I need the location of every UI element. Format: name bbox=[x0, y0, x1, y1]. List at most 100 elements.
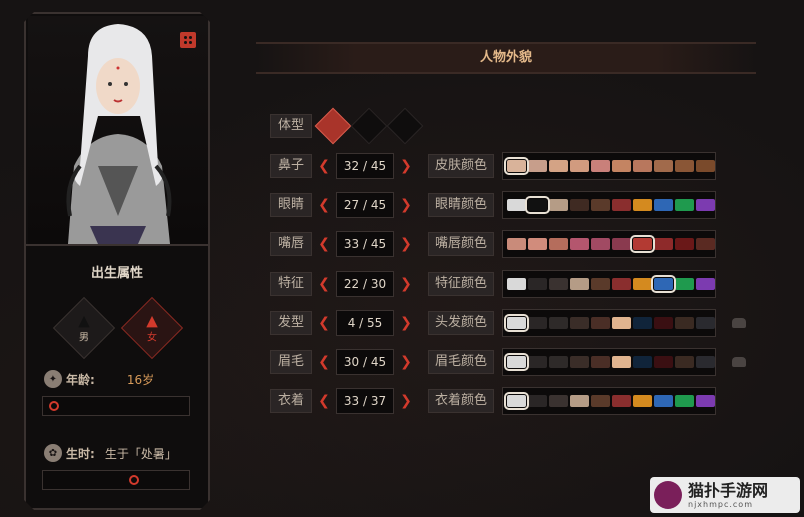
color-swatch[interactable] bbox=[570, 317, 589, 329]
color-swatch[interactable] bbox=[507, 278, 526, 290]
prev-arrow-icon[interactable]: ❮ bbox=[312, 354, 336, 370]
color-swatch[interactable] bbox=[591, 238, 610, 250]
feature-label: 衣着 bbox=[270, 389, 312, 413]
color-swatch[interactable] bbox=[528, 395, 547, 407]
feature-label: 发型 bbox=[270, 311, 312, 335]
gender-male-button[interactable]: ▲ 男 bbox=[53, 297, 115, 359]
color-swatch[interactable] bbox=[507, 238, 526, 250]
color-swatch[interactable] bbox=[696, 395, 715, 407]
color-swatch[interactable] bbox=[570, 395, 589, 407]
color-swatch[interactable] bbox=[675, 278, 694, 290]
color-swatch[interactable] bbox=[633, 278, 652, 290]
watermark-logo-icon bbox=[654, 481, 682, 509]
prev-arrow-icon[interactable]: ❮ bbox=[312, 315, 336, 331]
color-swatch[interactable] bbox=[651, 275, 676, 293]
color-swatch[interactable] bbox=[612, 278, 631, 290]
color-swatch[interactable] bbox=[612, 160, 631, 172]
color-swatch[interactable] bbox=[612, 238, 631, 250]
color-swatch[interactable] bbox=[696, 238, 715, 250]
prev-arrow-icon[interactable]: ❮ bbox=[312, 276, 336, 292]
color-swatch[interactable] bbox=[612, 199, 631, 211]
color-swatch[interactable] bbox=[654, 356, 673, 368]
color-swatch[interactable] bbox=[504, 353, 529, 371]
randomize-dice-icon[interactable] bbox=[180, 32, 196, 48]
lock-icon[interactable] bbox=[732, 357, 746, 367]
color-swatch[interactable] bbox=[591, 356, 610, 368]
color-swatch[interactable] bbox=[528, 356, 547, 368]
next-arrow-icon[interactable]: ❯ bbox=[394, 354, 418, 370]
color-swatch[interactable] bbox=[696, 317, 715, 329]
next-arrow-icon[interactable]: ❯ bbox=[394, 276, 418, 292]
birth-time-slider-knob[interactable] bbox=[129, 475, 139, 485]
color-swatch[interactable] bbox=[696, 278, 715, 290]
next-arrow-icon[interactable]: ❯ bbox=[394, 197, 418, 213]
color-swatch[interactable] bbox=[549, 199, 568, 211]
prev-arrow-icon[interactable]: ❮ bbox=[312, 158, 336, 174]
color-swatch[interactable] bbox=[633, 356, 652, 368]
color-swatch[interactable] bbox=[675, 317, 694, 329]
next-arrow-icon[interactable]: ❯ bbox=[394, 315, 418, 331]
color-swatch[interactable] bbox=[630, 235, 655, 253]
color-swatch[interactable] bbox=[696, 199, 715, 211]
prev-arrow-icon[interactable]: ❮ bbox=[312, 393, 336, 409]
color-swatch[interactable] bbox=[633, 395, 652, 407]
prev-arrow-icon[interactable]: ❮ bbox=[312, 197, 336, 213]
birth-time-slider[interactable] bbox=[42, 470, 190, 490]
color-swatch[interactable] bbox=[696, 356, 715, 368]
age-slider-knob[interactable] bbox=[49, 401, 59, 411]
color-swatch[interactable] bbox=[507, 199, 526, 211]
age-slider[interactable] bbox=[42, 396, 190, 416]
color-swatch[interactable] bbox=[504, 392, 529, 410]
color-swatch[interactable] bbox=[570, 160, 589, 172]
color-swatch[interactable] bbox=[528, 317, 547, 329]
color-swatch[interactable] bbox=[654, 238, 673, 250]
color-swatch[interactable] bbox=[612, 356, 631, 368]
color-swatch[interactable] bbox=[612, 395, 631, 407]
color-swatch[interactable] bbox=[549, 238, 568, 250]
color-swatch[interactable] bbox=[675, 395, 694, 407]
color-swatch[interactable] bbox=[549, 356, 568, 368]
color-swatch[interactable] bbox=[549, 278, 568, 290]
color-swatch[interactable] bbox=[591, 278, 610, 290]
color-swatch[interactable] bbox=[504, 157, 529, 175]
color-swatch[interactable] bbox=[654, 317, 673, 329]
color-swatch[interactable] bbox=[528, 238, 547, 250]
color-swatch[interactable] bbox=[549, 395, 568, 407]
color-swatch[interactable] bbox=[675, 238, 694, 250]
color-swatch[interactable] bbox=[654, 395, 673, 407]
color-swatch[interactable] bbox=[675, 160, 694, 172]
color-swatch[interactable] bbox=[633, 160, 652, 172]
color-swatch[interactable] bbox=[612, 317, 631, 329]
color-swatch[interactable] bbox=[570, 199, 589, 211]
color-swatch[interactable] bbox=[675, 199, 694, 211]
color-swatch[interactable] bbox=[570, 278, 589, 290]
color-swatch[interactable] bbox=[654, 160, 673, 172]
divider bbox=[26, 244, 208, 246]
color-swatch[interactable] bbox=[528, 278, 547, 290]
color-swatch[interactable] bbox=[591, 395, 610, 407]
color-swatch[interactable] bbox=[504, 314, 529, 332]
gender-female-label: 女 bbox=[147, 332, 157, 344]
color-swatch[interactable] bbox=[549, 160, 568, 172]
next-arrow-icon[interactable]: ❯ bbox=[394, 158, 418, 174]
birth-time-row: ✿ 生时: 生于「处暑」 bbox=[44, 444, 177, 462]
color-swatch[interactable] bbox=[528, 160, 547, 172]
color-swatch[interactable] bbox=[675, 356, 694, 368]
appearance-row: 发型 ❮ 4 / 55 ❯ 头发颜色 bbox=[270, 309, 716, 337]
color-swatch[interactable] bbox=[525, 196, 550, 214]
color-swatch[interactable] bbox=[591, 199, 610, 211]
prev-arrow-icon[interactable]: ❮ bbox=[312, 236, 336, 252]
color-swatch[interactable] bbox=[570, 356, 589, 368]
color-swatch[interactable] bbox=[591, 160, 610, 172]
color-swatch[interactable] bbox=[696, 160, 715, 172]
color-swatch[interactable] bbox=[654, 199, 673, 211]
color-swatch[interactable] bbox=[633, 199, 652, 211]
next-arrow-icon[interactable]: ❯ bbox=[394, 236, 418, 252]
next-arrow-icon[interactable]: ❯ bbox=[394, 393, 418, 409]
color-swatch[interactable] bbox=[591, 317, 610, 329]
color-swatch[interactable] bbox=[549, 317, 568, 329]
gender-female-button[interactable]: ▲ 女 bbox=[121, 297, 183, 359]
color-swatch[interactable] bbox=[633, 317, 652, 329]
lock-icon[interactable] bbox=[732, 318, 746, 328]
color-swatch[interactable] bbox=[570, 238, 589, 250]
